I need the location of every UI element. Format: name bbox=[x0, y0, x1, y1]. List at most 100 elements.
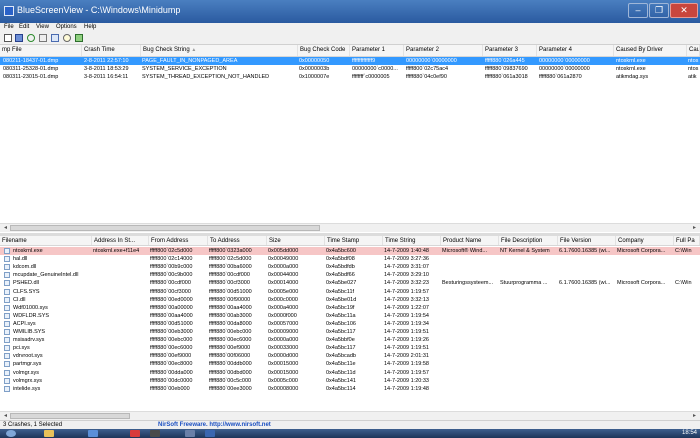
col-parameter-3[interactable]: Parameter 3 bbox=[483, 45, 537, 56]
scroll-thumb[interactable] bbox=[10, 225, 320, 231]
driver-row[interactable]: partmgr.sys fffff880`00ec8000 fffff880`00d… bbox=[0, 360, 700, 368]
driver-row[interactable]: PSHED.dll fffff880`00cdf000 fffff880`00cf3… bbox=[0, 279, 700, 287]
crash-cell: 00000000`00000000 bbox=[539, 58, 590, 64]
scroll-left-arrow[interactable]: ◂ bbox=[1, 412, 10, 420]
driver-cell: ACPI.sys bbox=[13, 320, 36, 327]
driver-list[interactable]: Filename Address In St... From Address T… bbox=[0, 236, 700, 411]
driver-row[interactable]: msisadrv.sys fffff880`00ebc000 fffff880`00… bbox=[0, 336, 700, 344]
crash-row[interactable]: 080311-23015-01.dmp 3-8-2011 16:54:11 SYST… bbox=[0, 73, 700, 81]
scroll-right-arrow[interactable]: ▸ bbox=[690, 224, 699, 232]
driver-cell: 0x0005e000 bbox=[268, 288, 299, 295]
driver-row[interactable]: intelide.sys fffff880`00eb000 fffff880`00e… bbox=[0, 385, 700, 393]
html-report-icon[interactable] bbox=[51, 34, 59, 42]
driver-row[interactable]: hal.dll fffff800`02c14000 fffff800`02c5d00… bbox=[0, 255, 700, 263]
driver-row[interactable]: mcupdate_GenuineIntel.dll fffff880`00c9b0… bbox=[0, 271, 700, 279]
col-address-in-stack[interactable]: Address In St... bbox=[92, 236, 149, 245]
col-crash-time[interactable]: Crash Time bbox=[82, 45, 141, 56]
col-from-address[interactable]: From Address bbox=[149, 236, 208, 245]
menu-file[interactable]: File bbox=[4, 23, 14, 32]
driver-row[interactable]: pci.sys fffff880`00ec6000 fffff880`00ef900… bbox=[0, 344, 700, 352]
crash-list[interactable]: mp File Crash Time Bug Check String ▲ Bu… bbox=[0, 45, 700, 223]
col-dump-file[interactable]: mp File bbox=[0, 45, 82, 56]
menu-options[interactable]: Options bbox=[56, 23, 77, 32]
maximize-button[interactable]: ❐ bbox=[649, 3, 669, 18]
driver-cell: fffff880`00eb3000 bbox=[150, 329, 193, 335]
driver-cell: Microsoft Corpora... bbox=[617, 280, 666, 287]
close-button[interactable]: ✕ bbox=[670, 3, 698, 18]
driver-cell: Microsoft® Wind... bbox=[442, 248, 488, 254]
menu-help[interactable]: Help bbox=[84, 23, 96, 32]
col-bug-check-string[interactable]: Bug Check String ▲ bbox=[141, 45, 298, 56]
driver-cell: Besturingssysteem... bbox=[442, 280, 494, 287]
driver-row[interactable]: WDFLDR.SYS fffff880`00aa4000 fffff880`00ab… bbox=[0, 312, 700, 320]
col-parameter-4[interactable]: Parameter 4 bbox=[537, 45, 614, 56]
sort-indicator: ▲ bbox=[191, 47, 197, 53]
find-icon[interactable] bbox=[63, 34, 71, 42]
nirsoft-link[interactable]: NirSoft Freeware. http://www.nirsoft.net bbox=[158, 421, 271, 429]
driver-cell: fffff880`00dc0000 bbox=[150, 377, 193, 384]
properties-icon[interactable] bbox=[4, 34, 12, 42]
crash-cell: ntos bbox=[688, 58, 699, 64]
driver-row[interactable]: CLFS.SYS fffff880`00cf3000 fffff880`00d510… bbox=[0, 288, 700, 296]
driver-row[interactable]: volmgrx.sys fffff880`00dc0000 fffff880`00c… bbox=[0, 377, 700, 385]
file-icon bbox=[4, 248, 10, 254]
col-company[interactable]: Company bbox=[616, 236, 674, 245]
col-filename[interactable]: Filename bbox=[0, 236, 92, 245]
taskbar-browser-icon[interactable] bbox=[88, 430, 98, 437]
driver-row[interactable]: CI.dll fffff880`00ed0000 fffff880`00f90000… bbox=[0, 296, 700, 304]
menu-view[interactable]: View bbox=[36, 23, 49, 32]
save-icon[interactable] bbox=[15, 34, 23, 42]
col-caused-by-address[interactable]: Caus bbox=[687, 45, 700, 56]
col-to-address[interactable]: To Address bbox=[208, 236, 267, 245]
driver-cell: fffff800`02c5d000 bbox=[209, 256, 252, 263]
driver-row[interactable]: kdcom.dll fffff880`00b9c000 fffff880`00ba6… bbox=[0, 263, 700, 271]
col-bug-check-code[interactable]: Bug Check Code bbox=[298, 45, 350, 56]
taskbar-app-icon[interactable] bbox=[185, 430, 195, 437]
driver-row[interactable]: volmgr.sys fffff880`00dda000 fffff880`00db… bbox=[0, 369, 700, 377]
driver-cell: fffff880`00da8000 bbox=[209, 320, 252, 327]
driver-row[interactable]: vdrvroot.sys fffff880`00ef9000 fffff880`00… bbox=[0, 352, 700, 360]
col-caused-by-driver[interactable]: Caused By Driver bbox=[614, 45, 687, 56]
driver-row[interactable]: ntoskrnl.exe ntoskrnl.exe+f11e4 fffff800`0… bbox=[0, 247, 700, 255]
driver-cell: 0x00009000 bbox=[268, 329, 299, 335]
driver-row[interactable]: ACPI.sys fffff880`00d51000 fffff880`00da80… bbox=[0, 320, 700, 328]
taskbar-bluescreenview-icon[interactable] bbox=[205, 430, 215, 437]
taskbar-explorer-icon[interactable] bbox=[44, 430, 54, 437]
menu-edit[interactable]: Edit bbox=[19, 23, 29, 32]
taskbar-app-icon[interactable] bbox=[150, 430, 160, 437]
exit-icon[interactable] bbox=[75, 34, 83, 42]
driver-cell: 14-7-2009 1:19:34 bbox=[384, 320, 429, 327]
driver-cell: CLFS.SYS bbox=[13, 288, 40, 295]
scroll-thumb[interactable] bbox=[10, 413, 130, 419]
driver-row[interactable]: WMILIB.SYS fffff880`00eb3000 fffff880`00eb… bbox=[0, 328, 700, 336]
col-product-name[interactable]: Product Name bbox=[441, 236, 499, 245]
crash-row[interactable]: 080211-18437-01.dmp 2-8-2011 22:57:10 PAGE… bbox=[0, 57, 700, 65]
col-full-path[interactable]: Full Pa bbox=[674, 236, 700, 245]
driver-cell: 14-7-2009 1:19:58 bbox=[384, 361, 429, 368]
driver-list-scrollbar[interactable]: ◂ ▸ bbox=[0, 411, 700, 420]
col-file-version[interactable]: File Version bbox=[558, 236, 616, 245]
driver-row[interactable]: Wdf01000.sys fffff880`00a00000 fffff880`00… bbox=[0, 304, 700, 312]
driver-cell: 0x00015000 bbox=[268, 361, 299, 368]
crash-cell: fffff880`061a3018 bbox=[485, 74, 528, 80]
col-time-string[interactable]: Time String bbox=[383, 236, 441, 245]
taskbar-app-icon[interactable] bbox=[130, 430, 140, 437]
driver-cell: 0x00057000 bbox=[268, 320, 299, 327]
col-size[interactable]: Size bbox=[267, 236, 325, 245]
start-button[interactable] bbox=[6, 430, 16, 437]
crash-list-scrollbar[interactable]: ◂ ▸ bbox=[0, 223, 700, 232]
crash-row[interactable]: 080311-25328-01.dmp 3-8-2011 18:53:29 SYST… bbox=[0, 65, 700, 73]
col-parameter-2[interactable]: Parameter 2 bbox=[404, 45, 483, 56]
copy-icon[interactable] bbox=[39, 34, 47, 42]
scroll-right-arrow[interactable]: ▸ bbox=[690, 412, 699, 420]
crash-cell: ntoskrnl.exe bbox=[616, 58, 646, 64]
minimize-button[interactable]: – bbox=[628, 3, 648, 18]
col-file-description[interactable]: File Description bbox=[499, 236, 558, 245]
scroll-left-arrow[interactable]: ◂ bbox=[1, 224, 10, 232]
col-time-stamp[interactable]: Time Stamp bbox=[325, 236, 383, 245]
status-bar: 3 Crashes, 1 Selected NirSoft Freeware. … bbox=[0, 420, 700, 429]
driver-cell: 0x00015000 bbox=[268, 369, 299, 376]
crash-cell: 3-8-2011 16:54:11 bbox=[84, 74, 129, 80]
refresh-icon[interactable] bbox=[27, 34, 35, 42]
col-parameter-1[interactable]: Parameter 1 bbox=[350, 45, 404, 56]
